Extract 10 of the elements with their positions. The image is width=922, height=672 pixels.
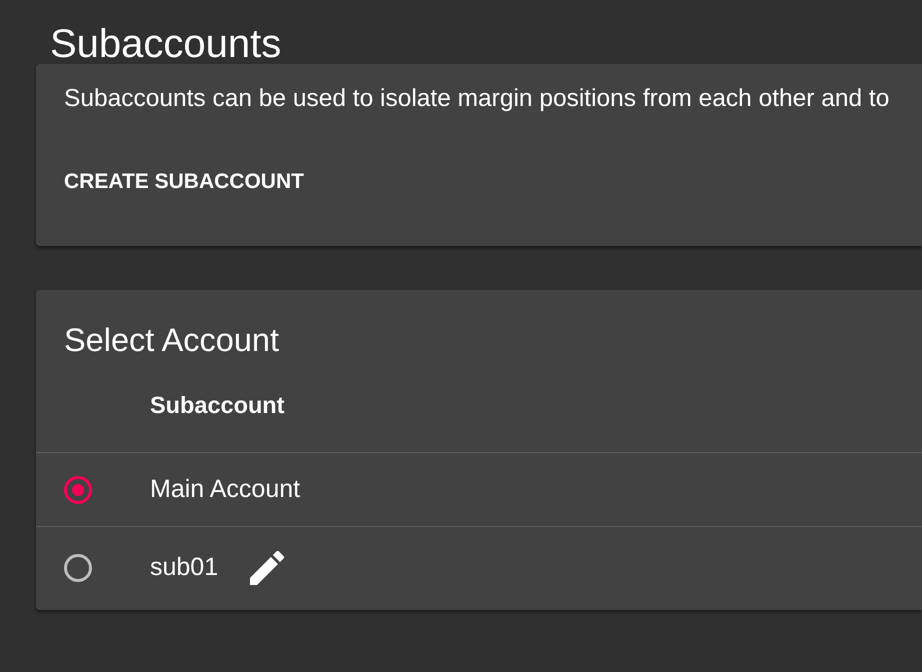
- column-header: Subaccount: [150, 392, 284, 420]
- pencil-icon[interactable]: [250, 550, 284, 584]
- radio-button[interactable]: [64, 554, 92, 582]
- card-title: Select Account: [63, 321, 280, 360]
- account-name: sub01: [150, 553, 218, 582]
- create-subaccount-button[interactable]: CREATE SUBACCOUNT: [56, 162, 312, 202]
- page-title: Subaccounts: [49, 21, 282, 64]
- account-name: Main Account: [150, 475, 300, 504]
- radio-button-selected[interactable]: [64, 476, 92, 504]
- description-text: Subaccounts can be used to isolate margin positions from each other and to: [64, 86, 890, 112]
